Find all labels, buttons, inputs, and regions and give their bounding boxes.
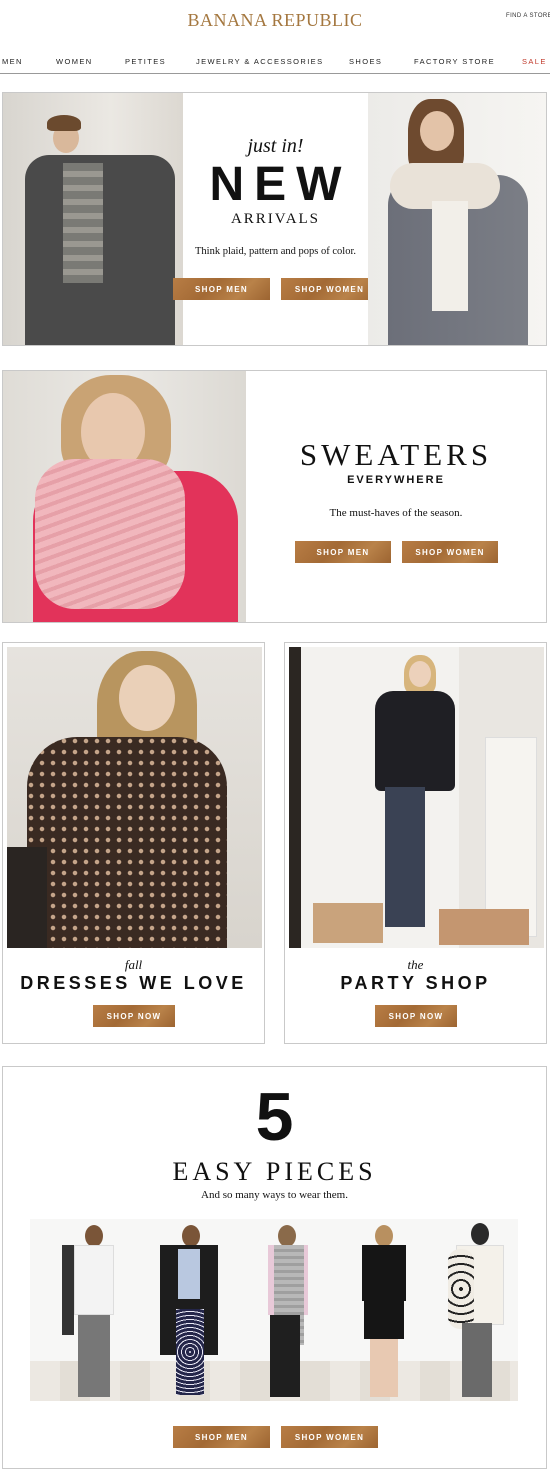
nav-item-petites[interactable]: PETITES <box>125 57 166 66</box>
men-photo <box>3 93 183 345</box>
easy-shop-men-button[interactable]: SHOP MEN <box>173 1426 270 1448</box>
site-header: BANANA REPUBLIC FIND A STORE GIFT <box>0 0 550 44</box>
new-arrivals-copy: just in! NEW ARRIVALS Think plaid, patte… <box>183 93 368 345</box>
sweaters-title: SWEATERS <box>299 437 493 472</box>
party-title: PARTY SHOP <box>340 973 491 993</box>
find-store-link[interactable]: FIND A STORE GIFT <box>506 12 550 21</box>
easy-shop-women-button[interactable]: SHOP WOMEN <box>281 1426 378 1448</box>
dresses-photo <box>7 647 262 948</box>
easy-pieces-banner[interactable]: 5 EASY PIECES And so many ways to wear t… <box>2 1066 547 1469</box>
nav-item-men[interactable]: MEN <box>2 57 23 66</box>
brand-logo[interactable]: BANANA REPUBLIC <box>0 10 550 31</box>
dresses-card[interactable]: fall DRESSES WE LOVE SHOP NOW <box>2 642 265 1044</box>
hero-shop-women-button[interactable]: SHOP WOMEN <box>281 278 378 300</box>
women-photo <box>368 93 546 345</box>
hero-subtitle: ARRIVALS <box>230 211 321 227</box>
sweaters-banner[interactable]: SWEATERS EVERYWHERE The must-haves of th… <box>2 370 547 623</box>
sweaters-shop-men-button[interactable]: SHOP MEN <box>295 541 391 563</box>
nav-item-women[interactable]: WOMEN <box>56 57 93 66</box>
party-kicker: the <box>407 957 424 972</box>
new-arrivals-banner[interactable]: just in! NEW ARRIVALS Think plaid, patte… <box>2 92 547 346</box>
dresses-shop-now-button[interactable]: SHOP NOW <box>93 1005 175 1027</box>
party-photo <box>289 647 544 948</box>
dresses-title: DRESSES WE LOVE <box>20 973 247 993</box>
nav-item-shoes[interactable]: SHOES <box>349 57 382 66</box>
hero-title: NEW <box>209 158 352 211</box>
sweaters-subtitle: EVERYWHERE <box>347 474 445 486</box>
main-nav: MEN WOMEN PETITES JEWELRY & ACCESSORIES … <box>0 52 550 74</box>
sweaters-tagline: The must-haves of the season. <box>329 507 463 519</box>
hero-tagline: Think plaid, pattern and pops of color. <box>195 246 356 257</box>
easy-tagline: And so many ways to wear them. <box>201 1189 348 1201</box>
sweaters-shop-women-button[interactable]: SHOP WOMEN <box>402 541 498 563</box>
easy-title: EASY PIECES <box>172 1157 377 1186</box>
nav-item-sale[interactable]: SALE <box>522 57 547 66</box>
easy-number: 5 <box>255 1079 294 1155</box>
sweater-photo <box>3 371 246 622</box>
hero-kicker: just in! <box>247 135 304 157</box>
hero-shop-men-button[interactable]: SHOP MEN <box>173 278 270 300</box>
nav-item-factory-store[interactable]: FACTORY STORE <box>414 57 495 66</box>
party-shop-card[interactable]: the PARTY SHOP SHOP NOW <box>284 642 547 1044</box>
nav-item-jewelry-accessories[interactable]: JEWELRY & ACCESSORIES <box>196 57 324 66</box>
party-shop-now-button[interactable]: SHOP NOW <box>375 1005 457 1027</box>
dresses-kicker: fall <box>124 957 143 972</box>
easy-pieces-looks <box>30 1219 518 1401</box>
